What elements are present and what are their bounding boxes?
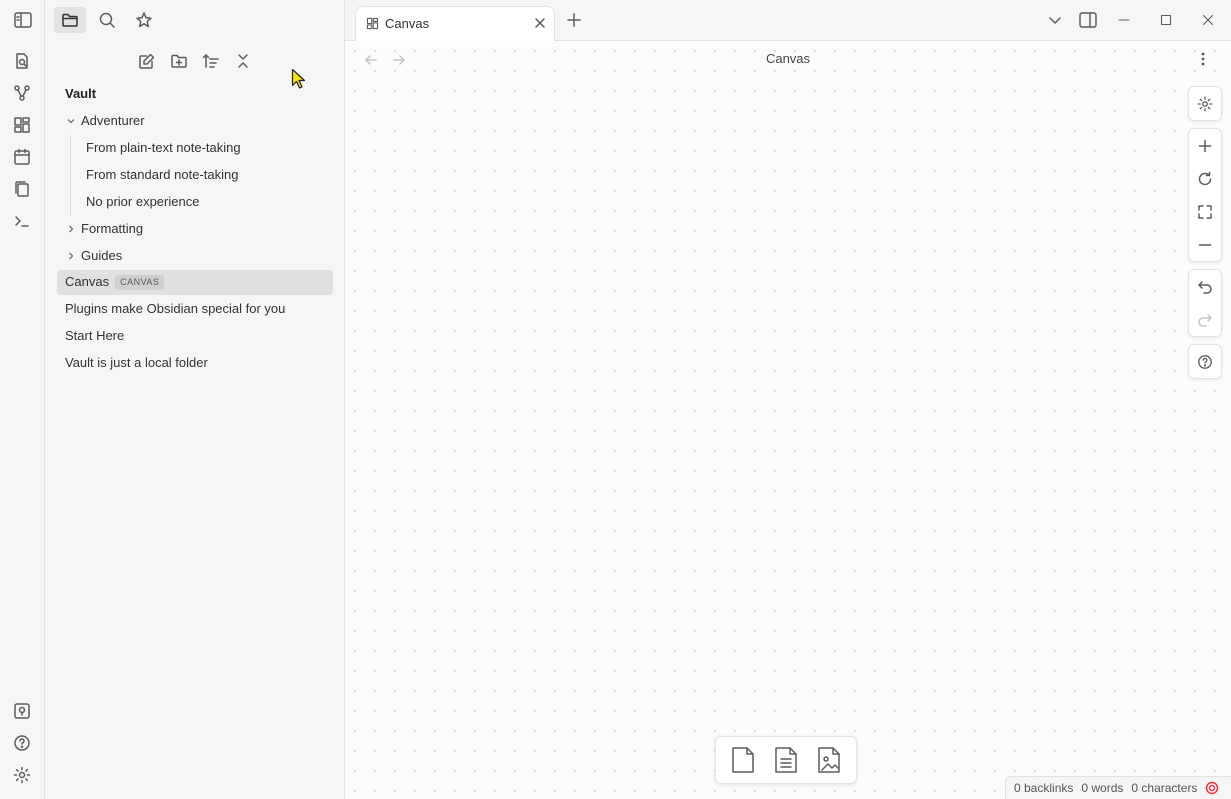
help-controls-group [1188,344,1222,379]
canvas-settings-group [1188,86,1222,121]
chevron-right-icon[interactable] [65,223,77,235]
files-tab-folder-icon[interactable] [54,7,86,33]
file-label: Canvas [65,274,110,289]
command-palette-icon[interactable] [11,210,33,232]
tab-bar: Canvas [345,0,1231,41]
chevron-right-icon[interactable] [65,250,77,262]
settings-gear-icon[interactable] [11,764,33,786]
canvas-help-icon[interactable] [1189,345,1221,378]
reset-zoom-icon[interactable] [1189,162,1221,195]
file-explorer-sidebar: Vault Adventurer From plain-text note-ta… [45,0,345,799]
new-tab-plus-icon[interactable] [563,10,585,30]
close-tab-icon[interactable] [533,16,547,30]
mouse-cursor-icon [291,68,306,89]
maximize-window-icon[interactable] [1155,10,1177,30]
vault-name[interactable]: Vault [65,82,96,106]
bookmarks-star-icon[interactable] [128,7,160,33]
indent-guide [70,135,71,216]
close-window-icon[interactable] [1197,10,1219,30]
folder-label: Formatting [81,221,144,236]
more-options-icon[interactable] [1195,51,1211,67]
file-start-here[interactable]: Start Here [65,324,124,348]
toggle-sidebar-icon[interactable] [12,9,34,31]
add-card-toolbar [715,736,857,784]
redo-icon[interactable] [1189,303,1221,336]
add-card-icon[interactable] [727,742,759,778]
undo-icon[interactable] [1189,270,1221,303]
sort-order-icon[interactable] [198,49,224,73]
folder-label: Adventurer [81,113,145,128]
minimize-window-icon[interactable] [1113,10,1135,30]
tab-list-chevron-down-icon[interactable] [1044,10,1066,30]
word-count: 0 words [1081,781,1124,795]
file-type-badge: CANVAS [115,275,165,290]
calendar-icon[interactable] [11,146,33,168]
folder-formatting[interactable]: Formatting [69,217,144,241]
file-vault-local-folder[interactable]: Vault is just a local folder [65,351,208,375]
sync-status-icon[interactable] [1205,781,1219,795]
add-note-from-vault-icon[interactable] [770,742,802,778]
view-title: Canvas [765,51,811,66]
zoom-controls-group [1188,128,1222,262]
canvas-icon[interactable] [11,114,33,136]
file-from-plain-text[interactable]: From plain-text note-taking [86,136,241,160]
add-media-from-vault-icon[interactable] [813,742,845,778]
backlinks-count[interactable]: 0 backlinks [1014,781,1073,795]
new-folder-icon[interactable] [166,49,192,73]
character-count: 0 characters [1131,781,1198,795]
status-bar: 0 backlinks 0 words 0 characters [1005,776,1231,799]
toggle-right-sidebar-icon[interactable] [1077,10,1099,30]
folder-guides[interactable]: Guides [69,244,123,268]
zoom-to-fit-icon[interactable] [1189,195,1221,228]
canvas-settings-gear-icon[interactable] [1189,87,1221,120]
folder-adventurer[interactable]: Adventurer [67,109,145,133]
file-no-prior-experience[interactable]: No prior experience [86,190,199,214]
canvas-view[interactable]: Canvas [345,41,1231,799]
new-note-icon[interactable] [134,49,160,73]
help-icon[interactable] [11,732,33,754]
folder-label: Guides [81,248,123,263]
vault-switcher-icon[interactable] [11,700,33,722]
zoom-out-minus-icon[interactable] [1189,228,1221,261]
file-plugins[interactable]: Plugins make Obsidian special for you [65,297,285,321]
tab-canvas[interactable]: Canvas [355,6,555,41]
search-tab-icon[interactable] [91,7,123,33]
quick-switcher-icon[interactable] [11,50,33,72]
templates-icon[interactable] [11,178,33,200]
history-controls-group [1188,269,1222,337]
zoom-in-plus-icon[interactable] [1189,129,1221,162]
canvas-icon [366,17,379,30]
tab-label: Canvas [385,16,430,31]
file-from-standard[interactable]: From standard note-taking [86,163,238,187]
file-canvas[interactable]: Canvas CANVAS [65,270,165,294]
ribbon [0,0,45,799]
graph-view-icon[interactable] [11,82,33,104]
chevron-down-icon[interactable] [65,115,77,127]
collapse-all-icon[interactable] [230,49,256,73]
